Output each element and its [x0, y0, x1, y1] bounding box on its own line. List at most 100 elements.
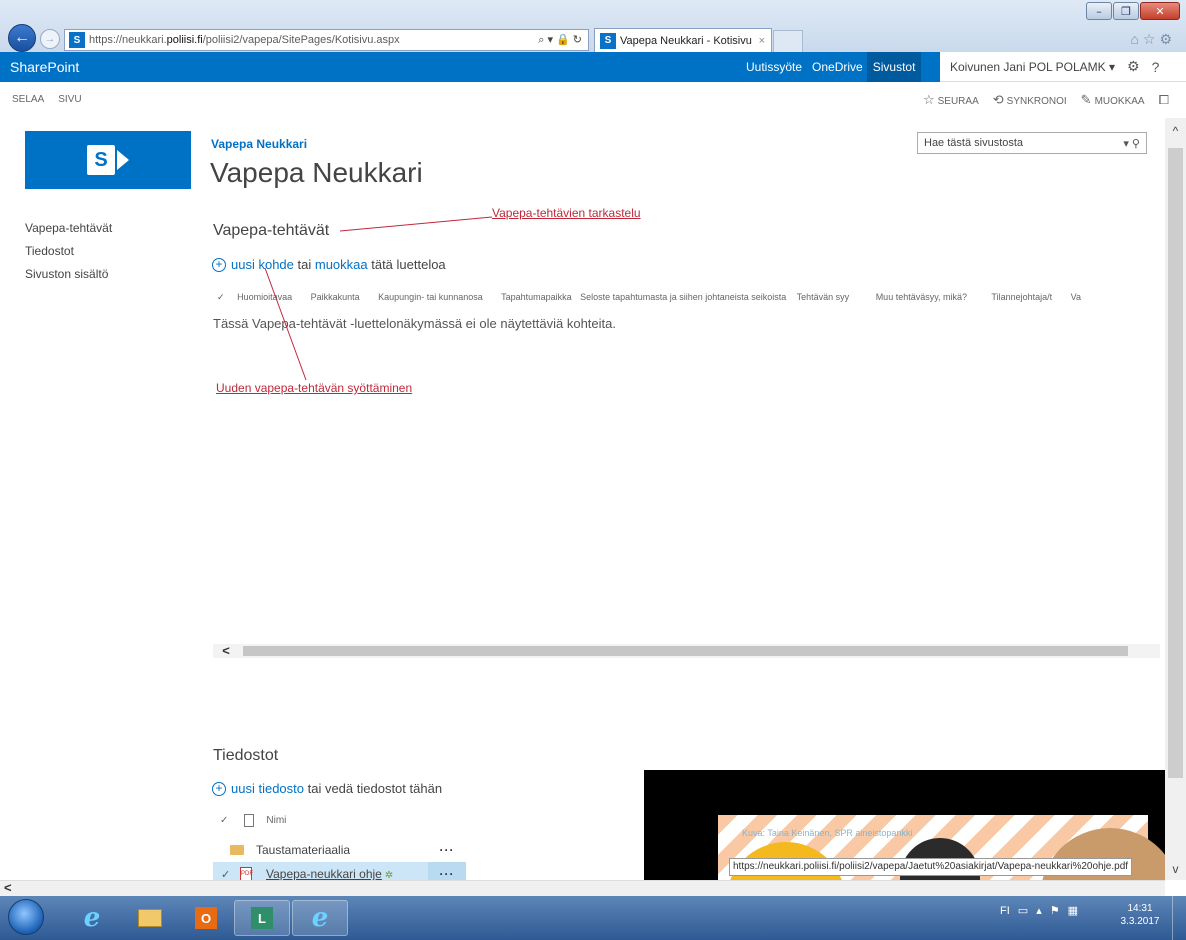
- left-navigation: Vapepa-tehtävät Tiedostot Sivuston sisäl…: [25, 220, 112, 289]
- list-title[interactable]: Vapepa-tehtävät: [213, 222, 329, 240]
- drag-files-text: tai vedä tiedostot tähän: [304, 781, 443, 796]
- column-header[interactable]: Tehtävän syy: [797, 292, 850, 302]
- column-header[interactable]: Va: [1071, 292, 1081, 302]
- page-title: Vapepa Neukkari: [210, 157, 423, 188]
- tray-expand-icon[interactable]: ▴: [1036, 904, 1042, 917]
- list-column-headers: ✓ Huomioitavaa Paikkakunta Kaupungin- ta…: [217, 292, 1157, 303]
- user-menu[interactable]: Koivunen Jani POL POLAMK ▾ ⚙ ?: [940, 52, 1186, 82]
- file-row[interactable]: Taustamateriaalia ···: [213, 838, 466, 862]
- file-name-link[interactable]: Vapepa-neukkari ohje: [266, 867, 382, 881]
- file-name[interactable]: Taustamateriaalia: [256, 843, 428, 857]
- more-options-button[interactable]: ···: [428, 838, 466, 862]
- follow-label: SEURAA: [937, 96, 979, 107]
- folder-icon: [230, 845, 244, 855]
- row-check-icon[interactable]: ✓: [221, 868, 239, 881]
- scrollbar-thumb[interactable]: [243, 646, 1128, 656]
- help-icon[interactable]: ?: [1152, 59, 1160, 75]
- internet-explorer-active-icon[interactable]: e: [292, 900, 348, 936]
- sync-button[interactable]: ⟲ SYNKRONOI: [993, 92, 1067, 108]
- scroll-left-icon[interactable]: <: [4, 880, 12, 895]
- lync-icon[interactable]: L: [234, 900, 290, 936]
- nav-item-vapepa-tasks[interactable]: Vapepa-tehtävät: [25, 220, 112, 243]
- breadcrumb[interactable]: Vapepa Neukkari: [211, 137, 307, 151]
- focus-content-icon[interactable]: ⧠: [1159, 92, 1169, 108]
- edit-button[interactable]: ✎ MUOKKAA: [1081, 92, 1145, 108]
- address-url: https://neukkari.poliisi.fi/poliisi2/vap…: [89, 34, 400, 46]
- close-tab-icon[interactable]: ×: [759, 35, 765, 47]
- column-header[interactable]: Kaupungin- tai kunnanosa: [378, 292, 483, 302]
- scroll-left-icon[interactable]: <: [213, 643, 239, 659]
- suite-link-sites[interactable]: Sivustot: [866, 52, 922, 82]
- language-indicator[interactable]: FI: [1000, 905, 1010, 917]
- address-bar[interactable]: S https://neukkari.poliisi.fi/poliisi2/v…: [64, 29, 589, 51]
- forward-button[interactable]: →: [40, 29, 60, 49]
- column-header[interactable]: Seloste tapahtumasta ja siihen johtaneis…: [580, 292, 786, 302]
- photo-caption: Kuva: Taina Keinänen, SPR aineistopankki: [742, 828, 913, 838]
- start-button[interactable]: [8, 899, 44, 935]
- page-horizontal-scrollbar[interactable]: <: [0, 880, 1165, 896]
- search-icon[interactable]: ▾ ⚲: [1123, 137, 1140, 150]
- keyboard-icon[interactable]: ▭: [1018, 904, 1028, 917]
- maximize-button[interactable]: ❐: [1113, 2, 1139, 20]
- ribbon-tabs: SELAA SIVU: [12, 94, 82, 105]
- suite-link-onedrive[interactable]: OneDrive: [812, 60, 863, 74]
- column-header[interactable]: Tilannejohtaja/t: [991, 292, 1052, 302]
- window-controls: – ❐ ✕: [1086, 2, 1180, 20]
- site-logo[interactable]: S: [25, 131, 191, 189]
- select-all-check-icon[interactable]: ✓: [217, 292, 225, 302]
- file-explorer-icon[interactable]: [122, 900, 178, 936]
- page-vertical-scrollbar[interactable]: ^ v: [1165, 118, 1186, 880]
- list-horizontal-scrollbar[interactable]: <: [213, 643, 1160, 659]
- edit-label: MUOKKAA: [1094, 96, 1145, 107]
- files-title[interactable]: Tiedostot: [213, 747, 278, 765]
- scrollbar-thumb[interactable]: [1168, 148, 1183, 778]
- sharepoint-brand[interactable]: SharePoint: [10, 59, 79, 75]
- minimize-button[interactable]: –: [1086, 2, 1112, 20]
- address-bar-icons[interactable]: ⌕ ▾ 🔒 ↻: [538, 33, 582, 47]
- add-circle-icon[interactable]: +: [212, 781, 226, 796]
- suite-link-news[interactable]: Uutissyöte: [746, 60, 802, 74]
- new-file-link[interactable]: uusi tiedosto: [231, 781, 304, 796]
- new-tab-button[interactable]: [773, 30, 803, 52]
- column-header[interactable]: Paikkakunta: [311, 292, 360, 302]
- nav-item-site-contents[interactable]: Sivuston sisältö: [25, 266, 112, 289]
- status-url-tooltip: https://neukkari.poliisi.fi/poliisi2/vap…: [729, 858, 1133, 876]
- sharepoint-favicon-icon: S: [600, 32, 616, 49]
- clock[interactable]: 14:31 3.3.2017: [1118, 902, 1162, 928]
- column-header[interactable]: Tapahtumapaikka: [501, 292, 572, 302]
- add-circle-icon[interactable]: +: [212, 257, 226, 272]
- name-column-header[interactable]: Nimi: [266, 815, 286, 826]
- internet-explorer-icon[interactable]: e: [64, 900, 120, 936]
- file-name[interactable]: Vapepa-neukkari ohje ✲: [266, 867, 428, 881]
- column-header[interactable]: Huomioitavaa: [237, 292, 292, 302]
- suite-bar: SharePoint Uutissyöte OneDrive Sivustot …: [0, 52, 1186, 82]
- tab-browse[interactable]: SELAA: [12, 94, 44, 105]
- outlook-icon[interactable]: O: [178, 900, 234, 936]
- ribbon: SELAA SIVU ☆ SEURAA ⟲ SYNKRONOI ✎ MUOKKAA ⧠: [0, 82, 1186, 118]
- column-header[interactable]: Muu tehtäväsyy, mikä?: [876, 292, 967, 302]
- list-actions-rest: tätä luetteloa: [367, 257, 446, 272]
- follow-button[interactable]: ☆ SEURAA: [923, 92, 979, 108]
- new-item-link[interactable]: uusi kohde: [231, 257, 294, 272]
- annotation-view-tasks: Vapepa-tehtävien tarkastelu: [492, 206, 641, 220]
- arrow-right-icon: →: [44, 33, 56, 45]
- network-icon[interactable]: ▦: [1068, 904, 1078, 917]
- sync-icon: ⟲: [992, 92, 1004, 107]
- flag-icon[interactable]: ⚑: [1050, 904, 1060, 917]
- select-all-check-icon[interactable]: ✓: [220, 815, 228, 826]
- browser-tab-active[interactable]: S Vapepa Neukkari - Kotisivu ×: [594, 28, 772, 52]
- tab-page[interactable]: SIVU: [58, 94, 81, 105]
- ribbon-actions: ☆ SEURAA ⟲ SYNKRONOI ✎ MUOKKAA ⧠: [923, 92, 1172, 108]
- document-icon: [244, 814, 255, 827]
- browser-tool-icons[interactable]: ⌂☆⚙: [1130, 31, 1176, 48]
- gear-icon[interactable]: ⚙: [1127, 58, 1140, 75]
- browser-window-frame: – ❐ ✕ ← → S https://neukkari.poliisi.fi/…: [0, 0, 1186, 52]
- scroll-up-icon[interactable]: ^: [1165, 124, 1186, 138]
- nav-item-files[interactable]: Tiedostot: [25, 243, 112, 266]
- search-input[interactable]: Hae tästä sivustosta ▾ ⚲: [917, 132, 1147, 154]
- close-window-button[interactable]: ✕: [1140, 2, 1180, 20]
- edit-list-link[interactable]: muokkaa: [315, 257, 368, 272]
- scroll-down-icon[interactable]: v: [1165, 862, 1186, 876]
- show-desktop-button[interactable]: [1172, 896, 1186, 940]
- back-button[interactable]: ←: [8, 24, 36, 52]
